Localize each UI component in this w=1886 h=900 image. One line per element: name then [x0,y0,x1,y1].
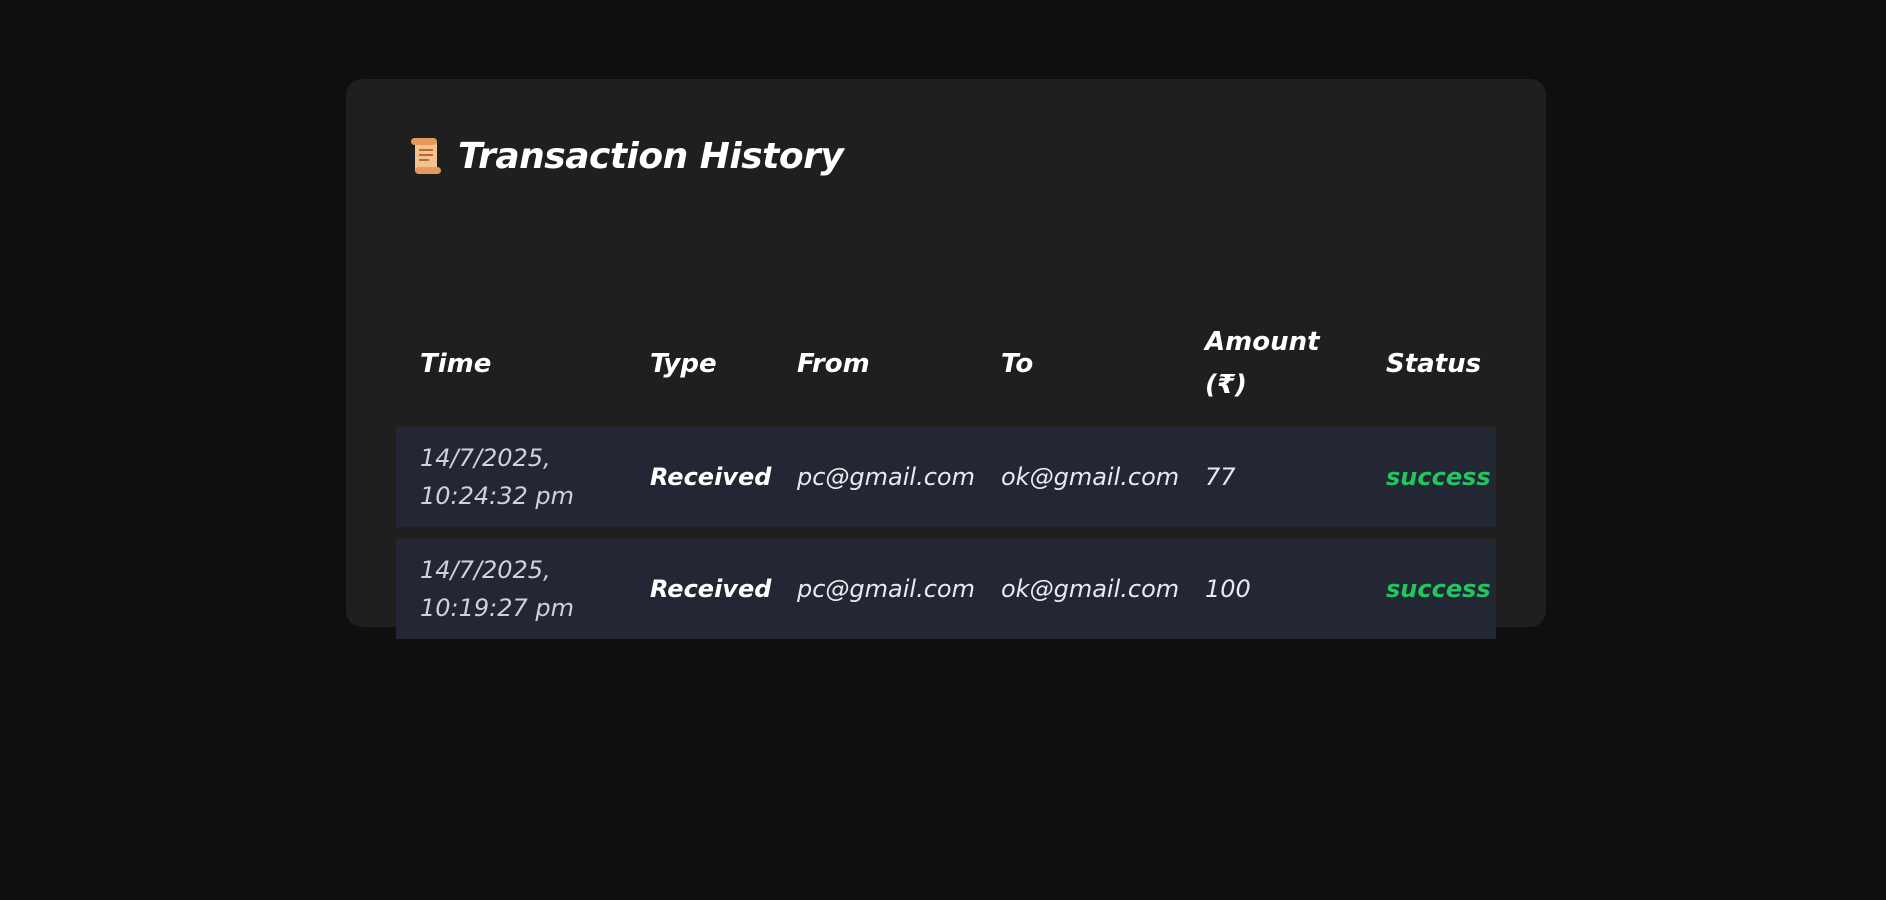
cell-from: pc@gmail.com [797,575,975,603]
table-row: 14/7/2025, 10:24:32 pm Received pc@gmail… [396,427,1496,527]
column-header-type: Type [650,348,717,379]
cell-amount: 77 [1205,463,1236,491]
column-header-time: Time [420,348,492,379]
page-title: Transaction History [458,135,844,177]
status-badge: success [1386,575,1491,603]
cell-time: 14/7/2025, 10:24:32 pm [420,444,575,510]
transactions-table: Time Type From To Amount (₹) Status 14/7… [396,301,1496,651]
transaction-history-card: Transaction History Time Type From To Am… [346,79,1546,639]
table-row: 14/7/2025, 10:19:27 pm Received pc@gmail… [396,539,1496,639]
cell-type: Received [650,575,772,603]
column-header-amount: Amount (₹) [1205,327,1320,400]
header: Transaction History [408,131,844,181]
column-header-status: Status [1386,348,1482,379]
cell-amount: 100 [1205,575,1251,603]
status-badge: success [1386,463,1491,491]
column-header-from: From [797,348,870,379]
cell-time: 14/7/2025, 10:19:27 pm [420,556,575,622]
cell-from: pc@gmail.com [797,463,975,491]
scroll-icon [408,136,444,176]
cell-to: ok@gmail.com [1001,463,1180,491]
table-header-row: Time Type From To Amount (₹) Status [396,313,1496,415]
column-header-to: To [1001,348,1034,379]
cell-to: ok@gmail.com [1001,575,1180,603]
cell-type: Received [650,463,772,491]
